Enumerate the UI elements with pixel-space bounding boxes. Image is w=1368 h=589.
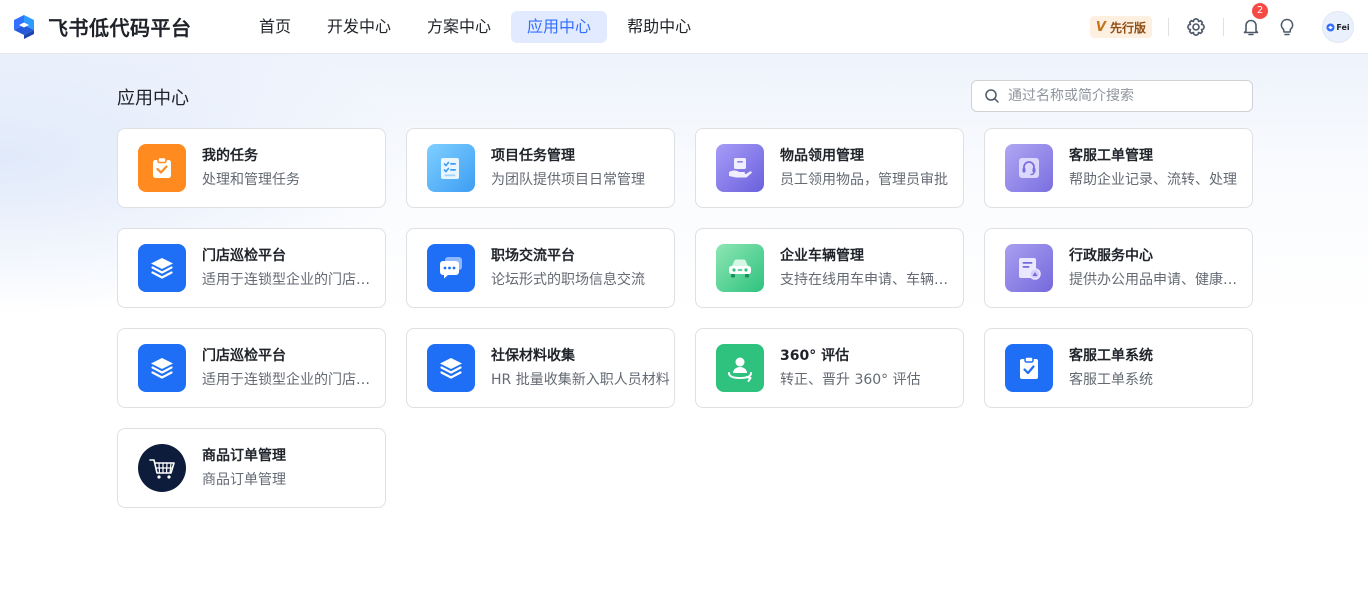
app-desc: 商品订单管理 — [202, 472, 286, 488]
app-card-item-requisition[interactable]: 物品领用管理 员工领用物品，管理员审批 — [695, 128, 964, 208]
app-desc: 适用于连锁型企业的门店巡检 — [202, 372, 382, 388]
app-icon-container — [138, 344, 186, 392]
settings-button[interactable] — [1185, 16, 1207, 38]
headset-icon — [1019, 158, 1039, 178]
app-title: 企业车辆管理 — [780, 248, 864, 264]
nav-app-center[interactable]: 应用中心 — [511, 10, 608, 43]
app-title: 360° 评估 — [780, 348, 850, 364]
lightbulb-icon — [1280, 18, 1294, 36]
app-desc: 提供办公用品申请、健康上报 — [1069, 272, 1249, 288]
notification-badge: 2 — [1252, 3, 1268, 19]
app-icon-container — [1005, 344, 1053, 392]
header-divider — [1168, 18, 1169, 36]
shopping-cart-icon — [149, 459, 175, 479]
brand[interactable]: 飞书低代码平台 — [11, 12, 243, 41]
search-icon — [985, 89, 999, 103]
search-box[interactable] — [971, 80, 1253, 112]
app-card-my-tasks[interactable]: 我的任务 处理和管理任务 — [117, 128, 386, 208]
app-card-vehicle-management[interactable]: 企业车辆管理 支持在线用车申请、车辆管理 — [695, 228, 964, 308]
app-card-admin-service-center[interactable]: 行政服务中心 提供办公用品申请、健康上报 — [984, 228, 1253, 308]
app-desc: 论坛形式的职场信息交流 — [491, 272, 645, 288]
app-icon-container — [138, 144, 186, 192]
nav-help-center[interactable]: 帮助中心 — [611, 11, 707, 43]
avatar-text: Fei — [1336, 22, 1350, 32]
app-card-360-evaluation[interactable]: 360° 评估 转正、晋升 360° 评估 — [695, 328, 964, 408]
app-icon-container — [427, 244, 475, 292]
car-icon — [729, 259, 751, 278]
search-input[interactable] — [1008, 88, 1238, 104]
app-title: 社保材料收集 — [491, 348, 575, 364]
app-card-cs-ticket-system[interactable]: 客服工单系统 客服工单系统 — [984, 328, 1253, 408]
hand-package-icon — [729, 158, 752, 178]
layers-icon — [151, 358, 173, 379]
app-card-product-orders[interactable]: 商品订单管理 商品订单管理 — [117, 428, 386, 508]
app-icon-container — [716, 144, 764, 192]
app-card-store-inspection-2[interactable]: 门店巡检平台 适用于连锁型企业的门店巡检 — [117, 328, 386, 408]
clipboard-check-icon — [1020, 356, 1038, 379]
app-card-workplace-forum[interactable]: 职场交流平台 论坛形式的职场信息交流 — [406, 228, 675, 308]
version-label: 先行版 — [1109, 20, 1146, 35]
brand-name: 飞书低代码平台 — [48, 16, 192, 40]
bell-icon — [1243, 19, 1259, 36]
app-card-project-tasks[interactable]: 项目任务管理 为团队提供项目日常管理 — [406, 128, 675, 208]
app-icon-container — [138, 244, 186, 292]
app-desc: 支持在线用车申请、车辆管理 — [780, 272, 960, 288]
app-desc: 处理和管理任务 — [202, 172, 300, 188]
nav-solution-center[interactable]: 方案中心 — [411, 11, 507, 43]
clipboard-check-icon — [153, 156, 171, 178]
person-rotate-icon — [728, 357, 752, 382]
avatar[interactable]: Fei — [1322, 11, 1354, 43]
task-document-icon — [441, 158, 459, 179]
app-title: 物品领用管理 — [780, 148, 864, 164]
nav-dev-center[interactable]: 开发中心 — [311, 11, 407, 43]
nav-home[interactable]: 首页 — [243, 11, 307, 43]
chat-bubble-icon — [440, 257, 462, 279]
app-icon-container — [138, 444, 186, 492]
app-title: 项目任务管理 — [491, 148, 575, 164]
admin-service-icon — [1019, 258, 1041, 280]
app-icon-container — [1005, 144, 1053, 192]
layers-icon — [151, 258, 173, 279]
app-title: 行政服务中心 — [1069, 248, 1153, 264]
app-desc: 员工领用物品，管理员审批 — [780, 172, 948, 188]
app-desc: 转正、晋升 360° 评估 — [780, 372, 921, 388]
app-title: 我的任务 — [202, 148, 258, 164]
app-title: 门店巡检平台 — [202, 248, 286, 264]
app-title: 职场交流平台 — [491, 248, 575, 264]
version-badge[interactable]: V 先行版 — [1089, 16, 1152, 38]
app-icon-container — [716, 344, 764, 392]
app-desc: HR 批量收集新入职人员材料 — [491, 372, 670, 388]
main-nav: 首页 开发中心 方案中心 应用中心 帮助中心 — [243, 10, 711, 43]
app-icon-container — [427, 344, 475, 392]
version-mark: V — [1095, 19, 1106, 35]
app-card-store-inspection[interactable]: 门店巡检平台 适用于连锁型企业的门店巡检 — [117, 228, 386, 308]
app-desc: 客服工单系统 — [1069, 372, 1153, 388]
feishu-logo-icon — [14, 14, 34, 39]
app-desc: 适用于连锁型企业的门店巡检 — [202, 272, 382, 288]
app-desc: 为团队提供项目日常管理 — [491, 172, 645, 188]
app-title: 客服工单系统 — [1069, 348, 1153, 364]
app-grid: 我的任务 处理和管理任务 项目任务管理 为团队提供项目日常管理 物品领用管理 员… — [117, 128, 1253, 508]
app-icon-container — [1005, 244, 1053, 292]
feishu-mini-logo-icon — [1326, 22, 1335, 32]
app-title: 商品订单管理 — [202, 448, 286, 464]
header-divider — [1223, 18, 1224, 36]
app-card-social-security-collection[interactable]: 社保材料收集 HR 批量收集新入职人员材料 — [406, 328, 675, 408]
gear-icon — [1187, 18, 1205, 36]
page-title: 应用中心 — [117, 88, 189, 109]
top-header: 飞书低代码平台 首页 开发中心 方案中心 应用中心 帮助中心 V 先行版 2 F… — [0, 0, 1368, 54]
app-desc: 帮助企业记录、流转、处理 — [1069, 172, 1237, 188]
app-icon-container — [716, 244, 764, 292]
app-title: 客服工单管理 — [1069, 148, 1153, 164]
header-actions: V 先行版 2 Fei — [1089, 0, 1368, 54]
app-title: 门店巡检平台 — [202, 348, 286, 364]
layers-icon — [440, 358, 462, 379]
notifications-button[interactable]: 2 — [1240, 3, 1268, 38]
app-icon-container — [427, 144, 475, 192]
app-card-cs-ticket-management[interactable]: 客服工单管理 帮助企业记录、流转、处理 — [984, 128, 1253, 208]
tips-button[interactable] — [1276, 16, 1298, 38]
